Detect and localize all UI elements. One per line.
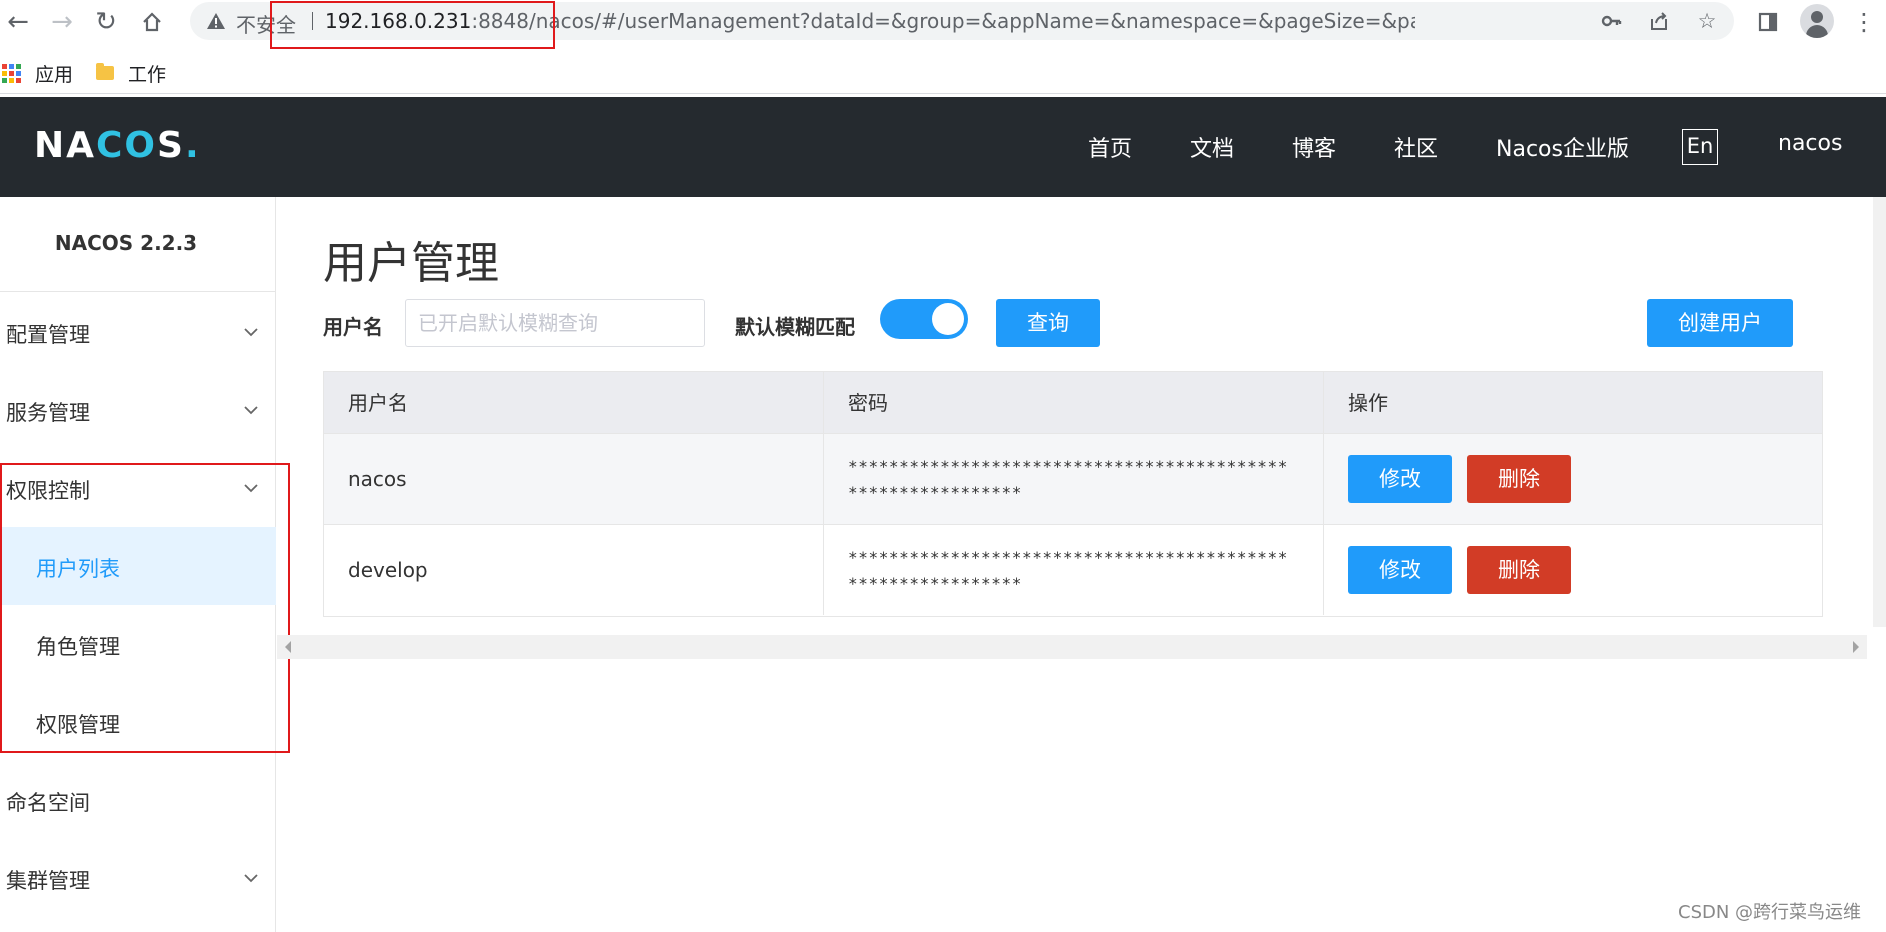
user-menu[interactable]: nacos bbox=[1778, 131, 1842, 156]
bookmark-apps-label: 应用 bbox=[35, 63, 74, 86]
column-header-actions: 操作 bbox=[1348, 391, 1388, 415]
logo-text-left: NA bbox=[34, 125, 96, 166]
sidebar-item-label: 配置管理 bbox=[6, 323, 90, 347]
fuzzy-match-toggle[interactable] bbox=[880, 299, 968, 339]
logo-text-accent: CO bbox=[96, 125, 158, 166]
annotation-highlight-url bbox=[270, 1, 555, 49]
key-icon[interactable] bbox=[1600, 10, 1622, 32]
edit-button[interactable]: 修改 bbox=[1348, 455, 1452, 503]
sidebar-item-label: 命名空间 bbox=[6, 791, 90, 815]
sidebar-item-label: 集群管理 bbox=[6, 869, 90, 893]
folder-icon bbox=[96, 63, 114, 80]
main-content: 用户管理 用户名 默认模糊匹配 查询 创建用户 用户名 密码 操作 nacos … bbox=[277, 197, 1886, 932]
browser-toolbar: ← → ↻ 不安全 192.168.0.231:8848/nacos/#/use… bbox=[0, 0, 1886, 49]
password-text: ****************************************… bbox=[848, 548, 1289, 593]
cell-actions: 修改 删除 bbox=[1324, 525, 1822, 615]
scroll-right-icon[interactable] bbox=[1853, 641, 1859, 653]
sidebar-item-cluster[interactable]: 集群管理 bbox=[0, 839, 276, 917]
cell-password: ****************************************… bbox=[824, 434, 1324, 524]
scroll-left-icon[interactable] bbox=[285, 641, 291, 653]
profile-avatar[interactable] bbox=[1800, 4, 1834, 38]
password-text: ****************************************… bbox=[848, 457, 1289, 502]
query-button[interactable]: 查询 bbox=[996, 299, 1100, 347]
warning-icon[interactable] bbox=[205, 10, 227, 32]
cell-password: ****************************************… bbox=[824, 525, 1324, 615]
bookmark-apps[interactable]: 应用 bbox=[2, 58, 73, 88]
app-header: NACOS. 首页 文档 博客 社区 Nacos企业版 En nacos bbox=[0, 97, 1886, 197]
table-row: nacos **********************************… bbox=[324, 434, 1822, 525]
nav-community[interactable]: 社区 bbox=[1394, 131, 1438, 163]
sidebar-item-service[interactable]: 服务管理 bbox=[0, 371, 276, 449]
sidebar-item-config[interactable]: 配置管理 bbox=[0, 293, 276, 371]
logo-dot: . bbox=[184, 125, 201, 166]
bookmark-work-label: 工作 bbox=[128, 63, 167, 86]
watermark: CSDN @跨行菜鸟运维 bbox=[1678, 902, 1862, 923]
version-label: NACOS 2.2.3 bbox=[54, 231, 198, 255]
delete-button[interactable]: 删除 bbox=[1467, 546, 1571, 594]
back-icon[interactable]: ← bbox=[2, 6, 34, 38]
username-text: develop bbox=[348, 558, 428, 582]
nav-enterprise[interactable]: Nacos企业版 bbox=[1496, 131, 1629, 163]
nav-blog[interactable]: 博客 bbox=[1292, 131, 1336, 163]
more-menu-icon[interactable]: ⋮ bbox=[1848, 6, 1880, 38]
create-user-button[interactable]: 创建用户 bbox=[1647, 299, 1793, 347]
url-path: :8848/nacos/#/userManagement?dataId=&gro… bbox=[471, 9, 1415, 33]
horizontal-scrollbar[interactable] bbox=[277, 635, 1867, 659]
column-header-username: 用户名 bbox=[324, 372, 824, 434]
bookmarks-bar: 应用 工作 bbox=[0, 52, 1886, 94]
edit-button[interactable]: 修改 bbox=[1348, 546, 1452, 594]
sidebar-item-namespace[interactable]: 命名空间 bbox=[0, 761, 276, 839]
delete-button[interactable]: 删除 bbox=[1467, 455, 1571, 503]
cell-username: nacos bbox=[324, 434, 824, 524]
vertical-scrollbar[interactable] bbox=[1873, 197, 1886, 627]
apps-grid-icon bbox=[2, 63, 21, 83]
reload-icon[interactable]: ↻ bbox=[90, 6, 122, 38]
sidebar-item-label: 服务管理 bbox=[6, 401, 90, 425]
cell-actions: 修改 删除 bbox=[1324, 434, 1822, 524]
nacos-logo[interactable]: NACOS. bbox=[34, 125, 201, 166]
nav-home[interactable]: 首页 bbox=[1088, 131, 1132, 163]
chevron-down-icon bbox=[244, 406, 258, 415]
nav-docs[interactable]: 文档 bbox=[1190, 131, 1234, 163]
fuzzy-match-label: 默认模糊匹配 bbox=[735, 315, 855, 339]
user-table: 用户名 密码 操作 nacos ************************… bbox=[323, 371, 1823, 617]
logo-text-right: S bbox=[157, 125, 185, 166]
username-filter-label: 用户名 bbox=[323, 315, 383, 339]
share-icon[interactable] bbox=[1648, 10, 1670, 32]
language-switch-button[interactable]: En bbox=[1682, 129, 1718, 165]
table-header: 用户名 密码 操作 bbox=[324, 372, 1822, 434]
page-title: 用户管理 bbox=[323, 238, 499, 289]
chevron-down-icon bbox=[244, 328, 258, 337]
bookmark-work[interactable]: 工作 bbox=[96, 58, 166, 88]
sidebar-divider bbox=[0, 291, 276, 292]
username-text: nacos bbox=[348, 467, 407, 491]
forward-icon[interactable]: → bbox=[46, 6, 78, 38]
side-panel-icon[interactable] bbox=[1752, 6, 1784, 38]
username-search-input[interactable] bbox=[405, 299, 705, 347]
chevron-down-icon bbox=[244, 874, 258, 883]
annotation-highlight-sidebar bbox=[0, 463, 290, 753]
star-icon[interactable]: ☆ bbox=[1696, 10, 1718, 32]
table-row: develop ********************************… bbox=[324, 525, 1822, 616]
home-icon[interactable] bbox=[136, 6, 168, 38]
column-header-password: 密码 bbox=[824, 372, 1324, 434]
cell-username: develop bbox=[324, 525, 824, 615]
